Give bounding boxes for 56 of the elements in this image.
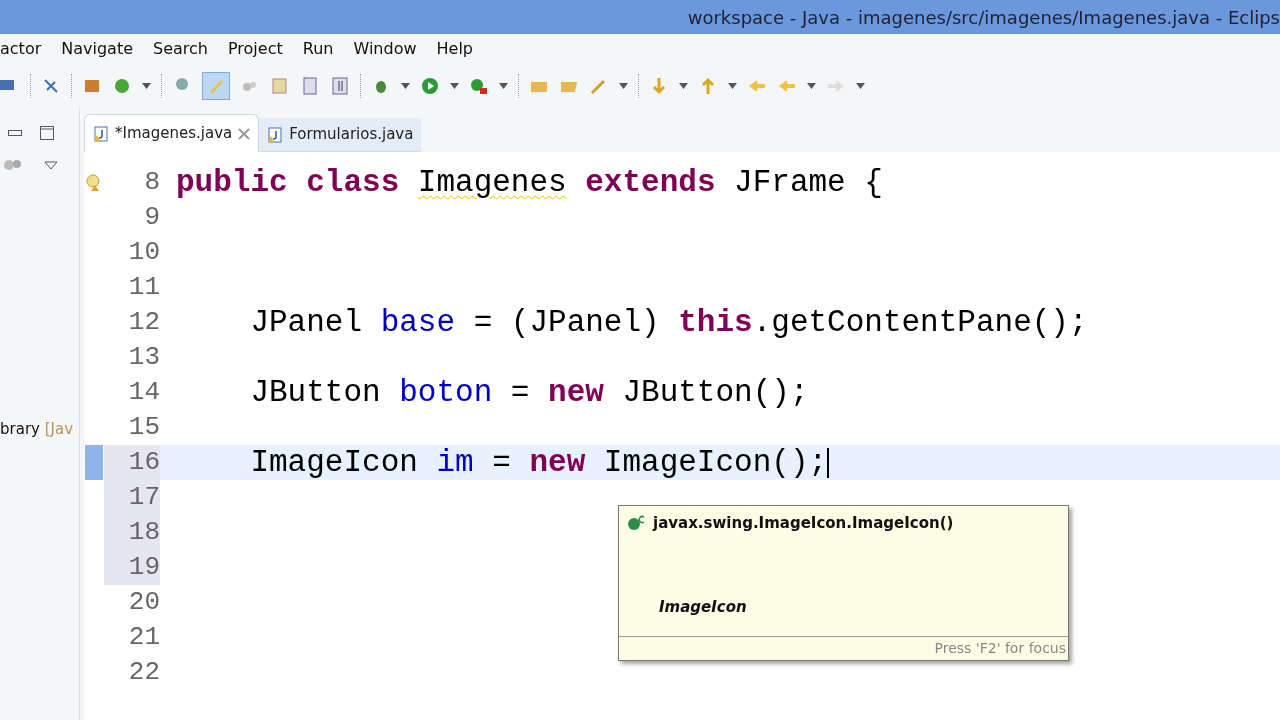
dropdown-caret-icon[interactable] (679, 83, 688, 89)
dropdown-caret-icon[interactable] (619, 83, 628, 89)
line-number: 12 (128, 306, 160, 339)
menu-item[interactable]: Help (436, 37, 473, 61)
line-number: 13 (128, 341, 160, 374)
line-number: 9 (144, 201, 160, 234)
focus-hint: Press 'F2' for focus (934, 639, 1066, 658)
text-cursor (827, 447, 830, 478)
close-icon[interactable] (238, 127, 251, 140)
code-line: JButton boton = new JButton(); (249, 375, 809, 410)
run-icon[interactable] (420, 76, 440, 96)
view-menu-icon[interactable] (44, 160, 58, 170)
line-number: 19 (128, 551, 160, 584)
line-number: 8 (144, 166, 160, 199)
dropdown-caret-icon[interactable] (856, 83, 865, 89)
pilcrow-icon[interactable] (330, 76, 350, 96)
line-number: 14 (128, 376, 160, 409)
code-line: JPanel base = (JPanel) this.getContentPane(); (249, 305, 1088, 340)
dropdown-caret-icon[interactable] (401, 83, 410, 89)
line-number: 10 (128, 236, 160, 269)
line-number: 21 (128, 621, 160, 654)
signature-text: javax.swing.ImageIcon.ImageIcon() (653, 513, 954, 534)
menu-item[interactable]: Window (353, 37, 417, 61)
menu-item[interactable]: Run (302, 37, 334, 61)
line-number: 20 (128, 586, 160, 619)
dropdown-caret-icon[interactable] (450, 83, 459, 89)
menu-item[interactable]: Project (228, 37, 283, 61)
maximize-icon[interactable] (40, 126, 54, 140)
editor-tab[interactable]: Formularios.java (259, 118, 422, 152)
code-line: ImageIcon im = new ImageIcon(); (249, 445, 830, 480)
highlight-toggle[interactable] (202, 72, 230, 100)
selection-marker (85, 445, 103, 480)
line-number: 17 (128, 481, 160, 514)
menu-item[interactable]: actor (0, 37, 42, 61)
line-number: 11 (128, 271, 160, 304)
run-tools-icon[interactable] (469, 76, 489, 96)
line-number: 22 (128, 656, 160, 689)
warning-bulb-icon[interactable] (85, 173, 103, 192)
java-file-icon (93, 125, 109, 142)
menu-item[interactable]: Navigate (61, 37, 133, 61)
java-file-icon (267, 126, 284, 143)
dropdown-caret-icon[interactable] (499, 83, 508, 89)
constructor-icon (627, 515, 647, 532)
line-number: 16 (128, 446, 160, 479)
tree-item[interactable]: brary [Jav (0, 418, 74, 441)
menu-item[interactable]: Search (153, 37, 208, 61)
editor-tab[interactable]: *Imagenes.java (84, 114, 260, 152)
code-line: public class Imagenes extends JFrame { (175, 165, 883, 200)
window-title: workspace - Java - imagenes/src/imagenes/Imagenes.java - Eclips (687, 5, 1280, 30)
doc-heading: ImageIcon (659, 597, 747, 616)
line-number: 15 (128, 411, 160, 444)
dropdown-caret-icon[interactable] (142, 83, 151, 89)
dropdown-caret-icon[interactable] (728, 83, 737, 89)
dropdown-caret-icon[interactable] (807, 83, 816, 89)
minimize-icon[interactable] (8, 130, 22, 136)
line-number: 18 (128, 516, 160, 549)
